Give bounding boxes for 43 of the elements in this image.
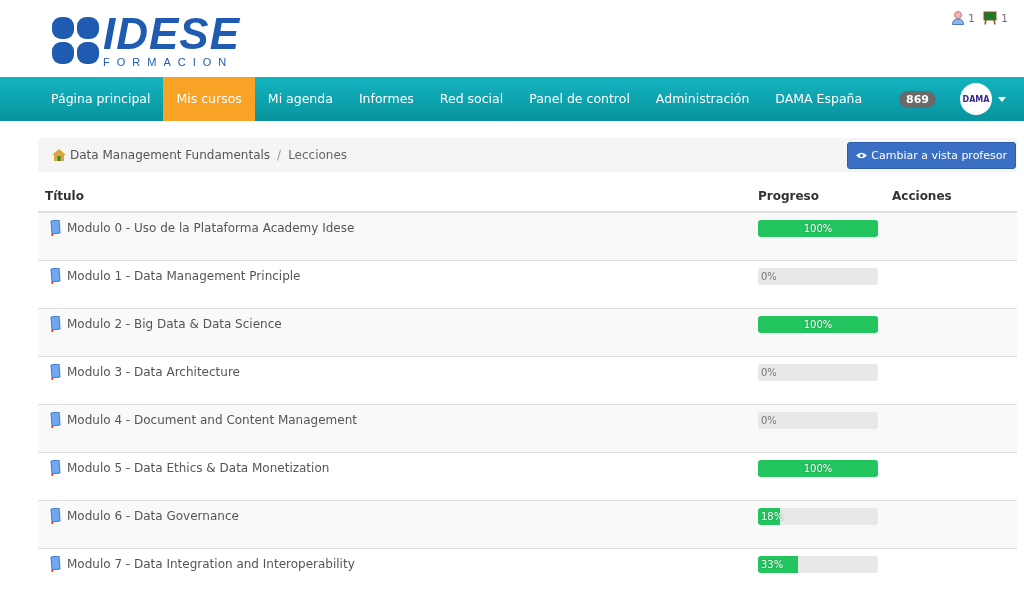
teacher-view-button[interactable]: Cambiar a vista profesor [847, 141, 1016, 169]
breadcrumb-separator: / [277, 148, 282, 162]
lesson-link[interactable]: Modulo 1 - Data Management Principle [67, 268, 301, 283]
progress-label: 0% [760, 413, 777, 428]
breadcrumb-link[interactable]: Data Management Fundamentals [70, 148, 271, 162]
book-icon [49, 507, 61, 524]
lesson-link[interactable]: Modulo 5 - Data Ethics & Data Monetization [67, 460, 330, 475]
logo[interactable]: IDESE FORMACION [52, 0, 241, 77]
column-header: Título [45, 189, 84, 203]
book-icon [49, 363, 61, 380]
breadcrumb-link[interactable]: Lecciones [288, 148, 348, 162]
lesson-link[interactable]: Modulo 4 - Document and Content Management [67, 412, 357, 427]
chalkboard-icon[interactable] [983, 11, 997, 25]
progress-label: 0% [760, 365, 777, 380]
progress-label: 0% [760, 269, 777, 284]
eye-icon [856, 151, 868, 159]
book-icon [49, 459, 61, 476]
lesson-link[interactable]: Modulo 7 - Data Integration and Interoperability [67, 556, 355, 571]
logo-name: IDESE [103, 12, 241, 55]
book-icon [49, 555, 61, 572]
book-icon [49, 220, 61, 236]
progress-label: 100% [803, 222, 833, 236]
column-header: Acciones [892, 189, 952, 203]
notification-count: 1 [1001, 11, 1008, 25]
lesson-link[interactable]: Modulo 6 - Data Governance [67, 508, 239, 523]
progress-label: 33% [760, 557, 784, 572]
column-header: Progreso [758, 189, 819, 203]
book-icon [49, 411, 61, 428]
logo-tagline: FORMACION [103, 54, 235, 69]
lesson-link[interactable]: Modulo 3 - Data Architecture [67, 364, 240, 379]
notification-count: 1 [968, 11, 975, 25]
notification-badge[interactable]: 869 [899, 90, 936, 108]
caret-icon[interactable] [998, 96, 1006, 102]
home-icon[interactable] [52, 149, 66, 161]
lesson-link[interactable]: Modulo 0 - Uso de la Plataforma Academy Idese [67, 221, 355, 235]
book-icon [49, 267, 61, 284]
user-icon[interactable] [952, 11, 964, 25]
lesson-link[interactable]: Modulo 2 - Big Data & Data Science [67, 316, 282, 331]
logo-mark-icon [52, 16, 100, 65]
profile-avatar[interactable]: DAMA [960, 83, 992, 115]
progress-label: 100% [803, 461, 833, 476]
progress-label: 100% [803, 317, 833, 332]
book-icon [49, 315, 61, 332]
